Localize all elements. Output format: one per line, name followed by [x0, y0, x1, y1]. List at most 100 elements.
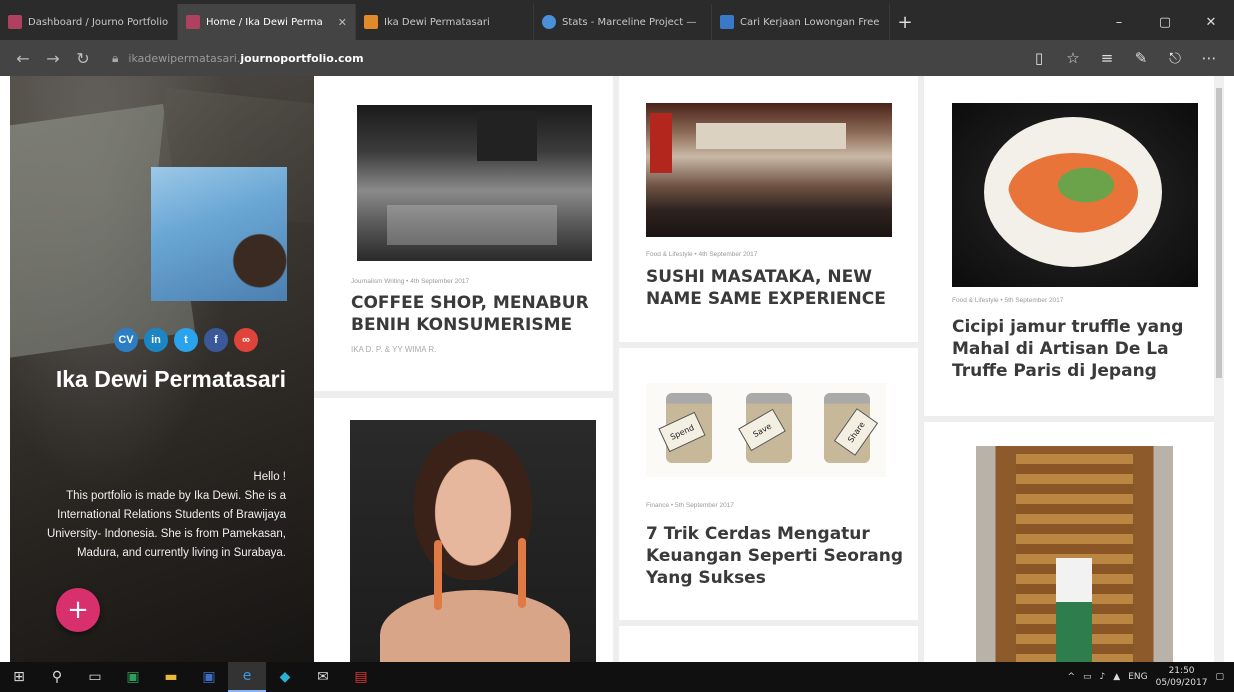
post-column-3: Food & Lifestyle • 5th September 2017 Ci… [924, 76, 1223, 662]
add-button[interactable]: + [56, 588, 100, 632]
post-image-detail [518, 538, 526, 608]
post-meta: Finance • 5th September 2017 [646, 502, 734, 509]
browser-toolbar: ▯ ☆ ≡ ✎ ⎋ ⋯ [1022, 43, 1226, 73]
excel-icon[interactable]: ▣ [114, 662, 152, 692]
tab-ika-dewi[interactable]: Ika Dewi Permatasari [356, 4, 534, 40]
post-thumbnail[interactable] [646, 103, 892, 237]
post-image-detail [1056, 558, 1092, 662]
minimize-button[interactable]: – [1096, 4, 1142, 40]
task-view-icon[interactable]: ▭ [76, 662, 114, 692]
link-icon[interactable]: ∞ [234, 328, 258, 352]
clock-time: 21:50 [1168, 666, 1195, 676]
post-meta: Food & Lifestyle • 5th September 2017 [952, 297, 1064, 304]
post-meta: Food & Lifestyle • 4th September 2017 [646, 251, 758, 258]
profile-sidebar: CV in t f ∞ Ika Dewi Permatasari Hello !… [10, 76, 314, 662]
post-image-detail [434, 540, 442, 610]
cv-icon[interactable]: CV [114, 328, 138, 352]
tab-lowongan[interactable]: Cari Kerjaan Lowongan Free [712, 4, 890, 40]
post-card[interactable]: Spend Save Share Finance • 5th September… [619, 348, 918, 620]
page-scrollbar[interactable] [1214, 76, 1224, 662]
scrollbar-thumb[interactable] [1216, 88, 1222, 378]
post-thumbnail[interactable] [357, 105, 592, 261]
post-thumbnail[interactable]: Spend Save Share [646, 383, 886, 477]
wordpress-favicon-icon [542, 15, 556, 29]
profile-name: Ika Dewi Permatasari [55, 366, 286, 392]
tab-stats[interactable]: Stats - Marceline Project — [534, 4, 712, 40]
lock-icon: 🔒︎ [112, 50, 119, 65]
store-icon[interactable]: ◆ [266, 662, 304, 692]
back-icon[interactable]: ← [8, 43, 38, 73]
search-icon[interactable]: ⚲ [38, 662, 76, 692]
notifications-icon[interactable]: ▢ [1215, 672, 1224, 682]
web-note-icon[interactable]: ✎ [1124, 43, 1158, 73]
forward-icon[interactable]: → [38, 43, 68, 73]
tab-label: Home / Ika Dewi Perma [206, 16, 323, 28]
post-title[interactable]: Cicipi jamur truffle yang Mahal di Artis… [952, 316, 1214, 382]
tab-label: Cari Kerjaan Lowongan Free [740, 16, 880, 28]
refresh-icon[interactable]: ↻ [68, 43, 98, 73]
post-card[interactable] [314, 398, 613, 662]
chevron-up-icon[interactable]: ^ [1067, 672, 1075, 682]
edge-icon[interactable]: e [228, 662, 266, 692]
post-thumbnail[interactable] [350, 420, 596, 662]
hub-icon[interactable]: ≡ [1090, 43, 1124, 73]
post-author: IKA D. P. & YY WIMA R. [351, 345, 437, 354]
post-title[interactable]: COFFEE SHOP, MENABUR BENIH KONSUMERISME [351, 292, 601, 336]
more-icon[interactable]: ⋯ [1192, 43, 1226, 73]
post-card[interactable]: Food & Lifestyle • 4th September 2017 SU… [619, 76, 918, 342]
post-image-detail [650, 113, 672, 173]
clock[interactable]: 21:50 05/09/2017 [1156, 665, 1208, 689]
close-tab-icon[interactable]: ✕ [338, 16, 347, 29]
post-image-detail [380, 590, 570, 662]
new-tab-button[interactable]: + [890, 4, 920, 40]
post-title[interactable]: SUSHI MASATAKA, NEW NAME SAME EXPERIENCE [646, 266, 896, 310]
windows-taskbar: ⊞ ⚲ ▭ ▣ ▬ ▣ e ◆ ✉ ▤ ^ ▭ ♪ ▲ ENG 21:50 05… [0, 662, 1234, 692]
tab-label: Ika Dewi Permatasari [384, 16, 490, 28]
mail-icon[interactable]: ✉ [304, 662, 342, 692]
web-page: CV in t f ∞ Ika Dewi Permatasari Hello !… [0, 76, 1234, 662]
window-controls: – ▢ ✕ [1096, 4, 1234, 40]
post-image-detail [477, 111, 537, 161]
system-tray: ^ ▭ ♪ ▲ ENG 21:50 05/09/2017 ▢ [1067, 665, 1234, 689]
tab-bar: Dashboard / Journo Portfolio Home / Ika … [0, 0, 1234, 40]
journo-favicon-icon [186, 15, 200, 29]
post-title[interactable]: 7 Trik Cerdas Mengatur Keuangan Seperti … [646, 523, 906, 589]
profile-bio: Hello ! This portfolio is made by Ika De… [24, 468, 286, 563]
maximize-button[interactable]: ▢ [1142, 4, 1188, 40]
post-image-detail [696, 123, 846, 149]
file-explorer-icon[interactable]: ▬ [152, 662, 190, 692]
clock-date: 05/09/2017 [1155, 678, 1208, 688]
facebook-icon[interactable]: f [204, 328, 228, 352]
favorite-star-icon[interactable]: ☆ [1056, 43, 1090, 73]
post-card[interactable]: Food & Lifestyle • 5th September 2017 Ci… [924, 76, 1223, 416]
pdf-reader-icon[interactable]: ▤ [342, 662, 380, 692]
url-subdomain: ikadewipermatasari. [128, 51, 241, 65]
tab-dashboard[interactable]: Dashboard / Journo Portfolio [0, 4, 178, 40]
language-indicator[interactable]: ENG [1128, 672, 1147, 682]
tab-home[interactable]: Home / Ika Dewi Perma ✕ [178, 4, 356, 40]
start-icon[interactable]: ⊞ [0, 662, 38, 692]
reading-view-icon[interactable]: ▯ [1022, 43, 1056, 73]
bio-greeting: Hello ! [253, 471, 286, 483]
url-field[interactable]: 🔒︎ ikadewipermatasari. journoportfolio.co… [112, 44, 1022, 72]
word-icon[interactable]: ▣ [190, 662, 228, 692]
post-thumbnail[interactable] [952, 103, 1198, 287]
close-window-button[interactable]: ✕ [1188, 4, 1234, 40]
tab-label: Stats - Marceline Project — [562, 16, 697, 28]
post-thumbnail[interactable] [976, 446, 1173, 662]
twitter-icon[interactable]: t [174, 328, 198, 352]
post-column-1: Journalism Writing • 4th September 2017 … [314, 76, 613, 662]
post-card[interactable]: Journalism Writing • 4th September 2017 … [314, 76, 613, 391]
tab-label: Dashboard / Journo Portfolio [28, 16, 169, 28]
plus-favicon-icon [364, 15, 378, 29]
address-bar: ← → ↻ 🔒︎ ikadewipermatasari. journoportfo… [0, 40, 1234, 76]
post-card[interactable] [924, 422, 1223, 662]
post-image-detail [387, 205, 557, 245]
linkedin-icon[interactable]: in [144, 328, 168, 352]
network-icon[interactable]: ▲ [1113, 672, 1120, 682]
share-icon[interactable]: ⎋ [1158, 43, 1192, 73]
bio-text: This portfolio is made by Ika Dewi. She … [46, 490, 286, 559]
battery-icon[interactable]: ▭ [1083, 672, 1092, 682]
volume-icon[interactable]: ♪ [1100, 672, 1106, 682]
post-card[interactable] [619, 626, 918, 662]
